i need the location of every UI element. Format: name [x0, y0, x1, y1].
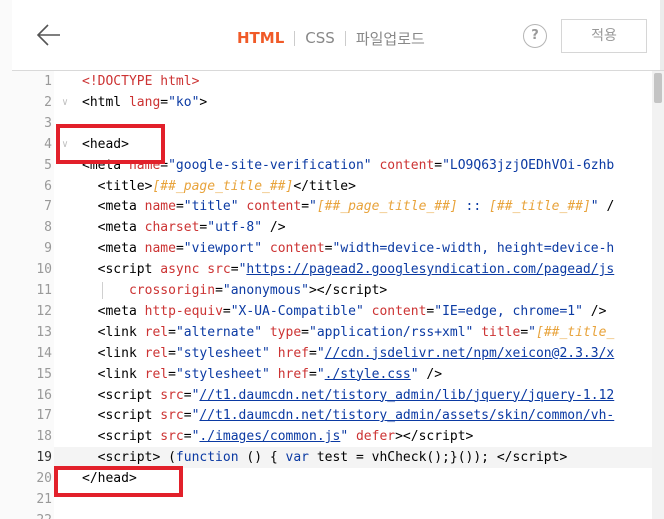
line-number: 14 [36, 345, 52, 361]
code-line: 8 <meta charset="utf-8" /> [12, 217, 652, 238]
line-number: 9 [44, 241, 52, 257]
code-text: <meta name="title" content="[##_page_tit… [82, 199, 615, 215]
code-line: 2 ∨ <html lang="ko"> [12, 92, 652, 113]
line-number: 17 [36, 408, 52, 424]
code-line: 13 <link rel="alternate" type="applicati… [12, 322, 652, 343]
tab-divider [344, 30, 346, 46]
scrollbar-thumb[interactable] [654, 73, 662, 103]
tab-file-upload[interactable]: 파일업로드 [356, 28, 425, 49]
line-number: 12 [36, 303, 52, 319]
editor-tabs: HTML CSS 파일업로드 [237, 28, 425, 48]
code-text: <title>[##_page_title_##]</title> [82, 178, 356, 194]
code-line: 18 <script src="./images/common.js" defe… [12, 426, 652, 447]
head-close-highlight [54, 466, 183, 497]
code-line: 1 <!DOCTYPE html> [12, 71, 652, 92]
editor-header: HTML CSS 파일업로드 ? 적용 [12, 0, 664, 71]
code-line: 10 <script async src="https://pagead2.go… [12, 259, 652, 280]
line-number: 19 [36, 450, 52, 466]
tab-divider [294, 30, 296, 46]
line-number: 10 [36, 262, 52, 278]
line-number: 8 [44, 220, 52, 236]
line-number: 11 [36, 283, 52, 298]
code-text: <script src="./images/common.js" defer><… [82, 429, 474, 445]
help-button[interactable]: ? [523, 24, 547, 48]
code-line: 22 [12, 510, 652, 519]
line-number: 21 [36, 492, 52, 507]
arrow-left-icon [36, 24, 60, 46]
code-text: <link rel="stylesheet" href="//cdn.jsdel… [82, 345, 615, 361]
line-number: 15 [36, 366, 52, 382]
line-number: 18 [36, 429, 52, 445]
code-text: <script src="//t1.daumcdn.net/tistory_ad… [82, 408, 615, 424]
head-open-highlight [56, 124, 165, 164]
code-text: <!DOCTYPE html> [82, 74, 200, 89]
code-text: <meta http-equiv="X-UA-Compatible" conte… [82, 303, 607, 319]
code-text: <html lang="ko"> [82, 94, 208, 110]
line-number: 1 [44, 74, 52, 89]
line-number: 13 [36, 324, 52, 340]
line-number: 7 [44, 199, 52, 215]
line-number: 3 [44, 115, 52, 131]
tab-css[interactable]: CSS [305, 29, 335, 47]
code-line: 16 <script src="//t1.daumcdn.net/tistory… [12, 385, 652, 406]
code-line: 12 <meta http-equiv="X-UA-Compatible" co… [12, 301, 652, 322]
back-button[interactable] [34, 20, 64, 50]
code-line: 17 <script src="//t1.daumcdn.net/tistory… [12, 405, 652, 426]
tab-html[interactable]: HTML [237, 29, 284, 47]
line-number: 20 [36, 471, 52, 487]
code-line: 14 <link rel="stylesheet" href="//cdn.js… [12, 343, 652, 364]
line-number: 5 [44, 157, 52, 173]
line-number: 22 [12, 510, 52, 519]
code-line: 11 crossorigin="anonymous"></script> [12, 280, 652, 301]
line-number: 6 [44, 178, 52, 194]
header-right-edge [660, 0, 664, 70]
code-text: <meta charset="utf-8" /> [82, 220, 286, 236]
code-text: <script async src="https://pagead2.googl… [82, 262, 615, 278]
code-line: 9 <meta name="viewport" content="width=d… [12, 238, 652, 259]
code-line: 6 <title>[##_page_title_##]</title> [12, 176, 652, 197]
code-text: <link rel="alternate" type="application/… [82, 324, 615, 340]
code-text: <link rel="stylesheet" href="./style.css… [82, 366, 443, 382]
code-line: 7 <meta name="title" content="[##_page_t… [12, 196, 652, 217]
line-number: 16 [36, 387, 52, 403]
code-text: <meta name="viewport" content="width=dev… [82, 241, 615, 257]
line-number: 2 [44, 94, 52, 110]
code-text: <script src="//t1.daumcdn.net/tistory_ad… [82, 387, 615, 403]
code-line: 15 <link rel="stylesheet" href="./style.… [12, 364, 652, 385]
code-text: crossorigin="anonymous"></script> [128, 283, 388, 298]
apply-button[interactable]: 적용 [561, 19, 647, 53]
line-number: 4 [44, 136, 52, 152]
vertical-scrollbar[interactable] [652, 71, 664, 519]
fold-chevron-icon[interactable]: ∨ [62, 92, 74, 113]
